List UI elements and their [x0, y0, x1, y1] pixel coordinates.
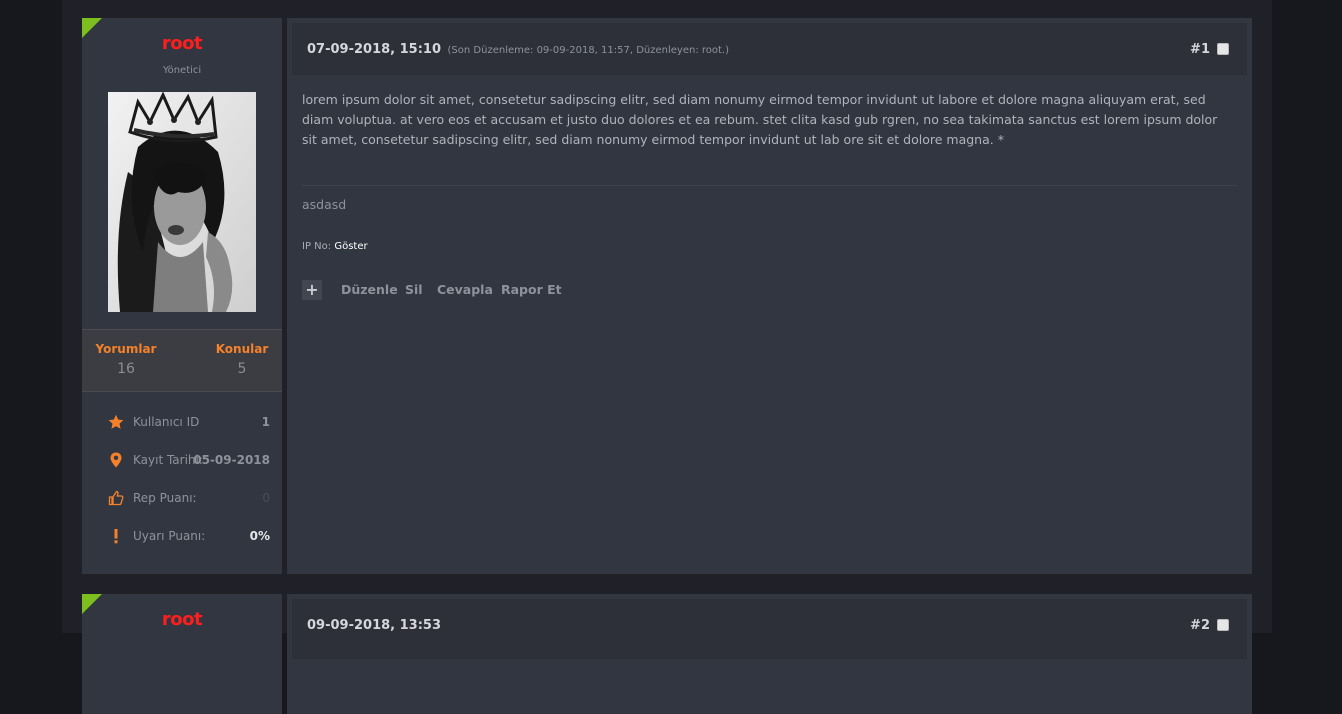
detail-value: 1: [261, 415, 270, 429]
post-number-link[interactable]: #2: [1190, 618, 1210, 633]
topics-stat[interactable]: Konular 5: [212, 342, 272, 377]
report-button[interactable]: Rapor Et: [501, 282, 562, 297]
post-header: 07-09-2018, 15:10 (Son Düzenleme: 09-09-…: [292, 23, 1247, 75]
post-edited-note: (Son Düzenleme: 09-09-2018, 11:57, Düzen…: [447, 45, 730, 56]
post-date: 07-09-2018, 15:10 (Son Düzenleme: 09-09-…: [307, 42, 729, 57]
detail-value: 0: [262, 491, 270, 505]
thumbs-up-icon: [108, 490, 126, 506]
ip-show-link[interactable]: Göster: [334, 241, 367, 252]
author-avatar[interactable]: [108, 92, 256, 312]
reply-button[interactable]: Cevapla: [437, 282, 493, 297]
detail-reputation: Rep Puanı: 0: [108, 488, 270, 508]
comments-label: Yorumlar: [95, 342, 157, 356]
post-author-panel: root Yönetici Yorumlar 16 Konular 5 Kull…: [82, 18, 282, 574]
edit-button[interactable]: Düzenle: [341, 282, 398, 297]
exclamation-icon: [108, 528, 126, 544]
post-author-panel: root: [82, 594, 282, 714]
detail-label: Rep Puanı:: [133, 491, 197, 505]
comments-value: 16: [117, 361, 135, 377]
detail-label: Uyarı Puanı:: [133, 529, 206, 543]
post-date-text: 07-09-2018, 15:10: [307, 42, 441, 57]
post-select-checkbox[interactable]: [1217, 43, 1229, 55]
star-icon: [108, 414, 126, 430]
author-stats: Yorumlar 16 Konular 5: [82, 329, 282, 392]
detail-value: 05-09-2018: [193, 453, 270, 467]
ip-address-row: IP No: Göster: [302, 241, 368, 252]
post-header: 09-09-2018, 13:53 #2: [292, 599, 1247, 659]
comments-stat[interactable]: Yorumlar 16: [94, 342, 158, 377]
plus-icon[interactable]: +: [302, 280, 322, 300]
post-2: root 09-09-2018, 13:53 #2: [82, 594, 1252, 714]
topics-value: 5: [237, 361, 247, 377]
post-signature: asdasd: [302, 197, 347, 212]
detail-user-id: Kullanıcı ID 1: [108, 412, 270, 432]
thread-page: root Yönetici Yorumlar 16 Konular 5 Kull…: [62, 0, 1272, 714]
delete-button[interactable]: Sil: [405, 282, 423, 297]
detail-registration-date: Kayıt Tarihi: 05-09-2018: [108, 450, 270, 470]
post-message: lorem ipsum dolor sit amet, consetetur s…: [302, 92, 1218, 147]
post-date: 09-09-2018, 13:53: [307, 618, 441, 633]
author-username[interactable]: root: [82, 609, 282, 630]
author-username[interactable]: root: [82, 33, 282, 54]
post-body: 09-09-2018, 13:53 #2: [287, 594, 1252, 714]
post-select-checkbox[interactable]: [1217, 619, 1229, 631]
detail-label: Kullanıcı ID: [133, 415, 200, 429]
post-number-link[interactable]: #1: [1190, 42, 1210, 57]
post-1: root Yönetici Yorumlar 16 Konular 5 Kull…: [82, 18, 1252, 574]
author-title: Yönetici: [162, 65, 202, 76]
signature-divider: [302, 185, 1237, 186]
topics-label: Konular: [215, 342, 269, 356]
ip-label: IP No:: [302, 241, 332, 252]
detail-value: 0%: [249, 529, 270, 543]
post-body: 07-09-2018, 15:10 (Son Düzenleme: 09-09-…: [287, 18, 1252, 574]
post-date-text: 09-09-2018, 13:53: [307, 618, 441, 633]
map-pin-icon: [108, 452, 126, 468]
detail-warning-points: Uyarı Puanı: 0%: [108, 526, 270, 546]
